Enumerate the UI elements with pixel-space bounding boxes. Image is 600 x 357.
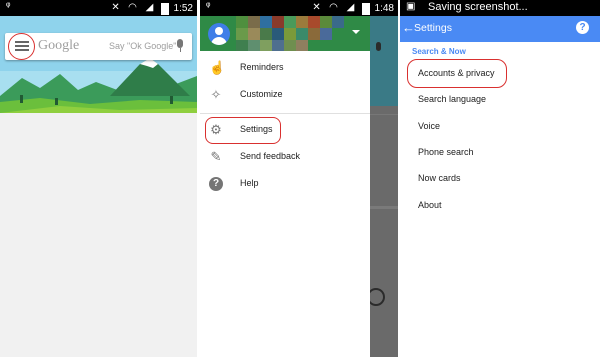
drawer-item-label: Send feedback <box>240 151 301 161</box>
accounts-highlight <box>407 59 507 88</box>
left-phone-screen: ᵠ ✕ ◠ ◢ 1:52 Google Say "Ok Google" <box>0 0 197 357</box>
scrim-card-edge <box>370 206 398 209</box>
mute-icon: ✕ <box>111 2 120 13</box>
scrim-mic-icon <box>376 42 381 51</box>
app-bar: ← Settings ? <box>400 16 600 42</box>
account-avatar[interactable] <box>208 23 230 45</box>
search-bar[interactable]: Google Say "Ok Google" <box>5 33 192 60</box>
section-header: Search & Now <box>412 47 466 56</box>
help-icon[interactable]: ? <box>576 21 589 34</box>
drawer-item-label: Reminders <box>240 62 284 72</box>
usb-icon: ᵠ <box>206 1 211 12</box>
wifi-icon: ◠ <box>329 2 338 13</box>
signal-icon: ◢ <box>346 2 355 13</box>
settings-item-voice[interactable]: Voice <box>418 121 440 131</box>
drawer-item-help[interactable]: ? Help <box>200 172 370 198</box>
navigation-drawer: ☝ Reminders ✧ Customize ⚙ Settings ✎ Sen… <box>200 16 370 357</box>
page-title: Settings <box>414 22 452 34</box>
settings-item-about[interactable]: About <box>418 200 442 210</box>
right-phone-screen: ▣ Saving screenshot... ← Settings ? Sear… <box>400 0 600 357</box>
magic-wand-icon: ✧ <box>210 87 222 102</box>
account-switch-caret-icon[interactable] <box>352 30 360 34</box>
settings-item-phone-search[interactable]: Phone search <box>418 147 474 157</box>
settings-highlight <box>205 117 281 144</box>
google-logo: Google <box>38 38 80 53</box>
drawer-item-label: Customize <box>240 89 283 99</box>
drawer-divider <box>200 113 370 114</box>
status-notice: Saving screenshot... <box>428 1 528 13</box>
status-time: 1:52 <box>173 2 193 14</box>
battery-icon <box>361 3 370 15</box>
usb-icon: ᵠ <box>6 1 11 12</box>
status-bar: ᵠ ✕ ◠ ◢ 1:52 <box>0 0 197 16</box>
drawer-item-customize[interactable]: ✧ Customize <box>200 83 370 109</box>
scrim-card-edge <box>370 114 398 115</box>
screenshot-icon: ▣ <box>406 1 416 12</box>
landscape-banner <box>0 16 197 113</box>
drawer-item-label: Help <box>240 178 259 188</box>
signal-icon: ◢ <box>145 2 154 13</box>
help-icon: ? <box>209 177 223 191</box>
drawer-item-reminders[interactable]: ☝ Reminders <box>200 56 370 82</box>
status-bar: ᵠ ✕ ◠ ◢ 1:48 <box>200 0 398 16</box>
mute-icon: ✕ <box>312 2 321 13</box>
pencil-icon: ✎ <box>210 149 222 164</box>
drawer-item-send-feedback[interactable]: ✎ Send feedback <box>200 145 370 171</box>
search-hint: Say "Ok Google" <box>109 41 177 51</box>
scrim-banner <box>370 16 398 106</box>
battery-icon <box>160 3 169 15</box>
status-bar: ▣ Saving screenshot... <box>400 0 600 16</box>
status-time: 1:48 <box>374 2 394 14</box>
reminders-icon: ☝ <box>209 60 226 75</box>
middle-phone-screen: ᵠ ✕ ◠ ◢ 1:48 ☝ Reminders ✧ Customize ⚙ S… <box>200 0 398 357</box>
mic-icon[interactable] <box>176 39 184 53</box>
menu-highlight-circle <box>8 33 35 60</box>
wifi-icon: ◠ <box>128 2 137 13</box>
drawer-header[interactable] <box>200 16 370 51</box>
settings-item-search-language[interactable]: Search language <box>418 94 486 104</box>
settings-item-now-cards[interactable]: Now cards <box>418 173 461 183</box>
